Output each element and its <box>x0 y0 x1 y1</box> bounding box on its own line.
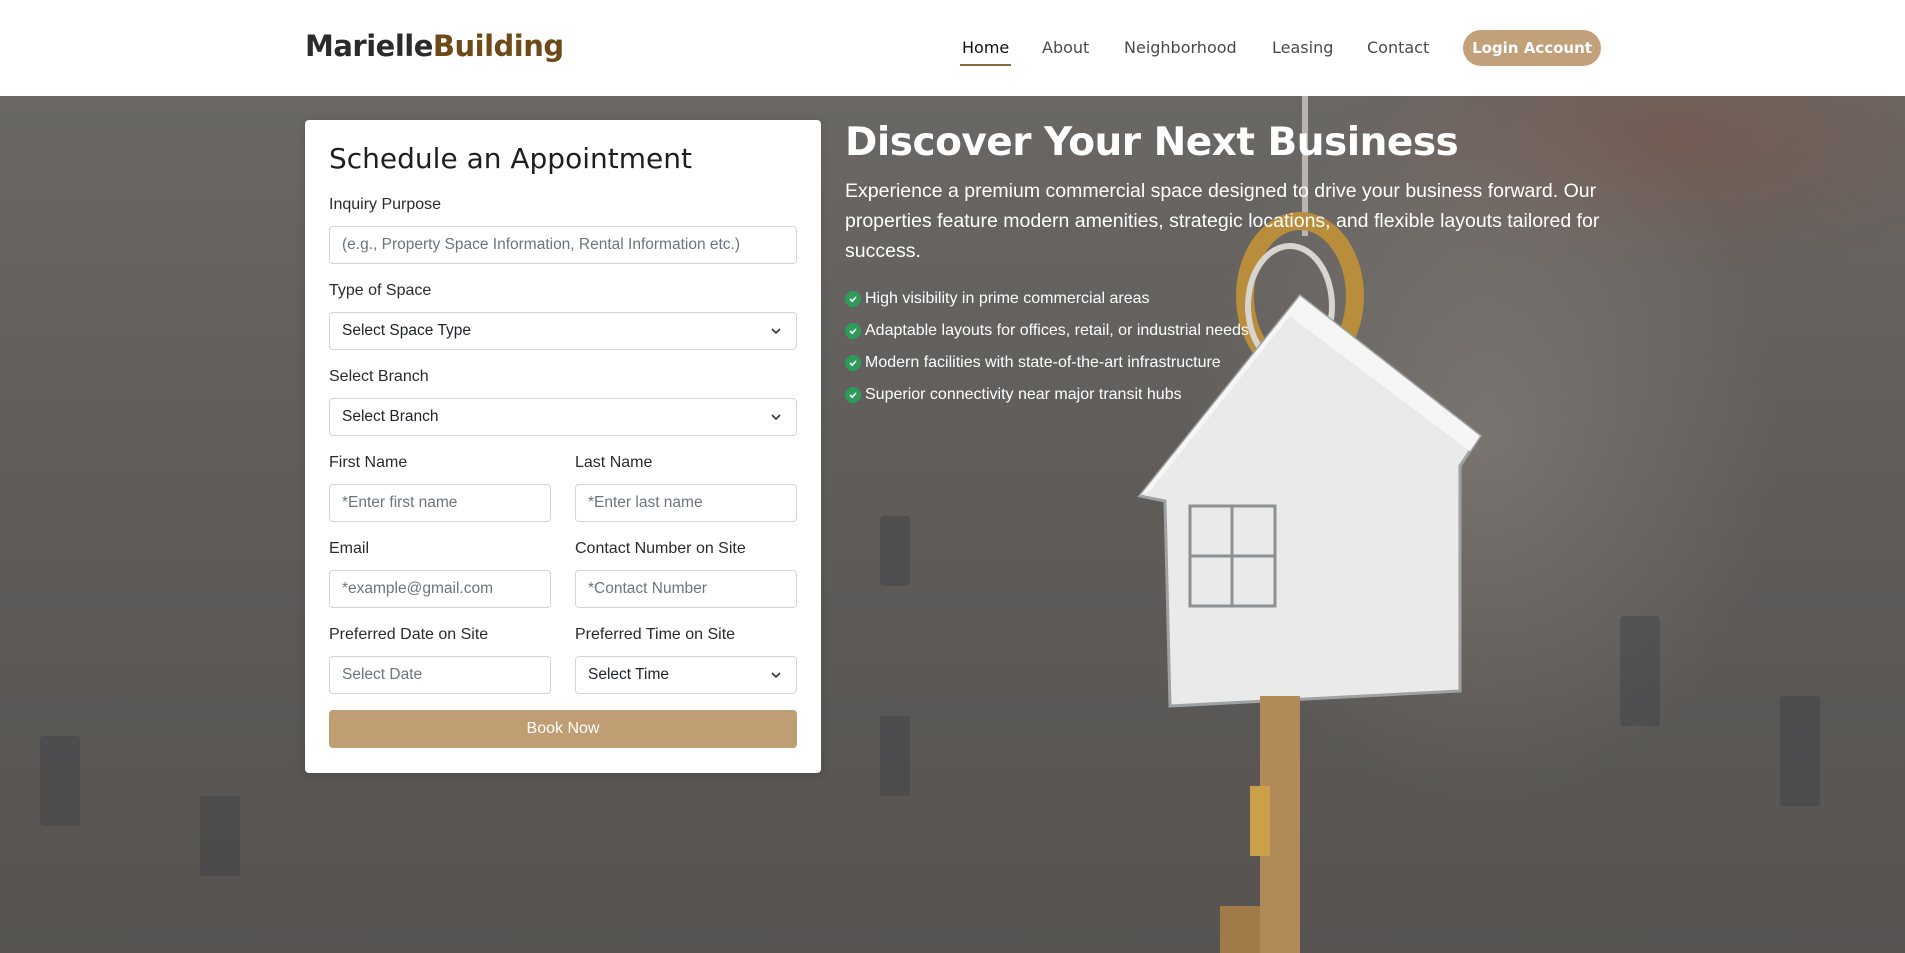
chevron-down-icon <box>771 328 781 335</box>
form-title: Schedule an Appointment <box>329 142 692 175</box>
check-circle-icon <box>845 355 861 371</box>
check-circle-icon <box>845 387 861 403</box>
space-type-label: Type of Space <box>329 282 432 299</box>
preferred-date-input[interactable]: Select Date <box>329 656 551 694</box>
feature-list: High visibility in prime commercial area… <box>845 283 1249 411</box>
site-header: MarielleBuilding Home About Neighborhood… <box>0 0 1905 96</box>
last-name-input[interactable]: *Enter last name <box>575 484 797 522</box>
last-name-label: Last Name <box>575 454 653 471</box>
check-circle-icon <box>845 323 861 339</box>
nav-home[interactable]: Home <box>959 38 1012 66</box>
chevron-down-icon <box>771 672 781 679</box>
nav-leasing[interactable]: Leasing <box>1272 38 1333 57</box>
feature-item: Adaptable layouts for offices, retail, o… <box>845 315 1249 347</box>
feature-item: High visibility in prime commercial area… <box>845 283 1249 315</box>
preferred-time-value: Select Time <box>588 666 669 683</box>
email-label: Email <box>329 540 370 557</box>
nav-about[interactable]: About <box>1042 38 1089 57</box>
main-nav: Home About Neighborhood Leasing Contact … <box>0 30 1905 66</box>
email-input[interactable]: *example@gmail.com <box>329 570 551 608</box>
feature-item: Superior connectivity near major transit… <box>845 379 1249 411</box>
nav-contact[interactable]: Contact <box>1367 38 1429 57</box>
login-account-button[interactable]: Login Account <box>1463 30 1601 66</box>
preferred-date-label: Preferred Date on Site <box>329 626 489 643</box>
inquiry-purpose-input[interactable]: (e.g., Property Space Information, Renta… <box>329 226 797 264</box>
hero-title: Discover Your Next Business <box>845 120 1459 165</box>
appointment-form-card: Schedule an Appointment Inquiry Purpose … <box>305 120 821 773</box>
space-type-value: Select Space Type <box>342 322 471 339</box>
chevron-down-icon <box>771 414 781 421</box>
contact-number-input[interactable]: *Contact Number <box>575 570 797 608</box>
branch-label: Select Branch <box>329 368 429 385</box>
branch-select[interactable]: Select Branch <box>329 398 797 436</box>
branch-value: Select Branch <box>342 408 439 425</box>
preferred-time-select[interactable]: Select Time <box>575 656 797 694</box>
feature-text: Modern facilities with state-of-the-art … <box>865 354 1221 371</box>
space-type-select[interactable]: Select Space Type <box>329 312 797 350</box>
feature-item: Modern facilities with state-of-the-art … <box>845 347 1249 379</box>
check-circle-icon <box>845 291 861 307</box>
nav-neighborhood[interactable]: Neighborhood <box>1124 38 1237 57</box>
feature-text: Superior connectivity near major transit… <box>865 386 1182 403</box>
hero-description: Experience a premium commercial space de… <box>845 180 1600 262</box>
first-name-input[interactable]: *Enter first name <box>329 484 551 522</box>
feature-text: High visibility in prime commercial area… <box>865 290 1150 307</box>
contact-number-label: Contact Number on Site <box>575 540 746 557</box>
preferred-time-label: Preferred Time on Site <box>575 626 736 643</box>
inquiry-purpose-label: Inquiry Purpose <box>329 196 442 213</box>
first-name-label: First Name <box>329 454 408 471</box>
feature-text: Adaptable layouts for offices, retail, o… <box>865 322 1249 339</box>
book-now-button[interactable]: Book Now <box>329 710 797 748</box>
